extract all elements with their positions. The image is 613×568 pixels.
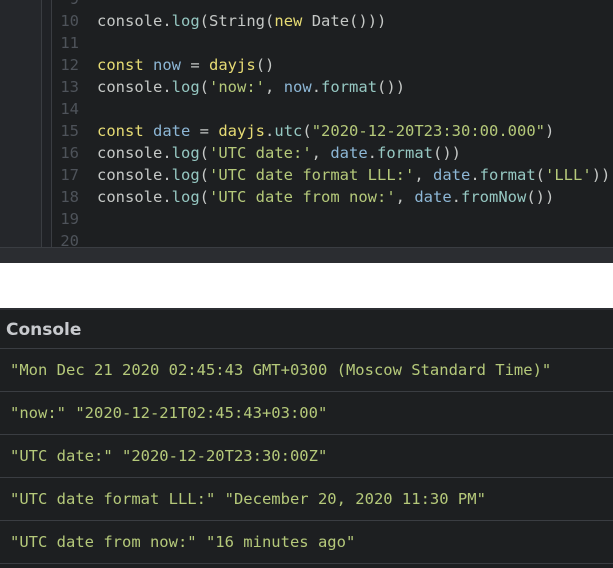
console-title: Console [0, 310, 613, 349]
code-token: date [433, 166, 471, 184]
code-token: fromNow [461, 188, 527, 206]
code-token: . [162, 188, 172, 206]
console-entry: "UTC date from now:" "16 minutes ago" [0, 521, 613, 564]
line-number: 19 [60, 210, 79, 228]
console-entry: "now:" "2020-12-21T02:45:43+03:00" [0, 392, 613, 435]
code-token: String [209, 12, 266, 30]
code-token: = [181, 56, 210, 74]
line-number: 11 [60, 34, 79, 52]
code-token: log [171, 188, 200, 206]
code-token: ( [199, 12, 210, 30]
code-token: console [97, 166, 163, 184]
code-token: ) [545, 122, 555, 140]
code-token: now [283, 78, 312, 96]
code-token: log [171, 78, 200, 96]
code-token: "2020-12-20T23:30:00.000" [311, 122, 545, 140]
code-token: new [274, 12, 303, 30]
code-token: now [153, 56, 182, 74]
code-token: . [162, 78, 172, 96]
console-entry: "UTC date format LLL:" "December 20, 202… [0, 478, 613, 521]
code-token: ( [199, 166, 210, 184]
code-text: const now = dayjs() [97, 54, 274, 76]
line-number: 13 [60, 78, 79, 96]
code-token: 'UTC date from now:' [209, 188, 396, 206]
code-token: const [97, 56, 144, 74]
code-text: console.log('UTC date format LLL:', date… [97, 164, 610, 186]
console-entries: "Mon Dec 21 2020 02:45:43 GMT+0300 (Mosc… [0, 349, 613, 564]
console-panel: Console "Mon Dec 21 2020 02:45:43 GMT+03… [0, 308, 613, 568]
code-token: dayjs [209, 56, 256, 74]
code-token: console [97, 78, 163, 96]
code-token: . [162, 144, 172, 162]
code-token: = [190, 122, 219, 140]
code-token: date [153, 122, 191, 140]
code-text: console.log('now:', now.format()) [97, 76, 405, 98]
code-token: 'UTC date:' [209, 144, 312, 162]
code-token: , [395, 188, 415, 206]
code-token: utc [274, 122, 303, 140]
code-token: . [311, 78, 322, 96]
code-token: log [171, 12, 200, 30]
code-text: const date = dayjs.utc("2020-12-20T23:30… [97, 120, 554, 142]
code-token: ())) [349, 12, 387, 30]
code-token: ( [265, 12, 275, 30]
code-token: log [171, 144, 200, 162]
code-text: console.log(String(new Date())) [97, 10, 386, 32]
code-token: ()) [433, 144, 462, 162]
code-token: date [414, 188, 452, 206]
code-token: format [377, 144, 434, 162]
console-entry: "Mon Dec 21 2020 02:45:43 GMT+0300 (Mosc… [0, 349, 613, 392]
code-token: ( [302, 122, 312, 140]
line-number: 17 [60, 166, 79, 184]
code-token: ( [199, 188, 210, 206]
code-token: . [451, 188, 461, 206]
code-token: ( [199, 78, 210, 96]
line-number: 15 [60, 122, 79, 140]
line-number: 16 [60, 144, 79, 162]
code-token: . [470, 166, 480, 184]
line-number: 10 [60, 12, 79, 30]
code-text: console.log('UTC date:', date.format()) [97, 142, 461, 164]
code-token: format [321, 78, 378, 96]
code-token: ( [199, 144, 210, 162]
code-token: Date [311, 12, 350, 30]
code-token: console [97, 144, 163, 162]
code-token: . [162, 166, 172, 184]
code-editor[interactable]: 910console.log(String(new Date()))1112co… [0, 0, 613, 263]
code-token: 'UTC date format LLL:' [209, 166, 415, 184]
code-token: const [97, 122, 144, 140]
code-token: , [311, 144, 331, 162]
console-entry: "UTC date:" "2020-12-20T23:30:00Z" [0, 435, 613, 478]
code-token: ( [535, 166, 546, 184]
code-token: . [162, 12, 172, 30]
code-token: date [330, 144, 368, 162]
line-number: 12 [60, 56, 79, 74]
code-token: )) [591, 166, 611, 184]
code-token: . [367, 144, 378, 162]
code-token: 'LLL' [545, 166, 592, 184]
code-text: console.log('UTC date from now:', date.f… [97, 186, 554, 208]
line-number: 18 [60, 188, 79, 206]
horizontal-scrollbar[interactable] [0, 247, 613, 263]
code-token: ()) [526, 188, 555, 206]
code-token: . [265, 122, 275, 140]
code-token: dayjs [218, 122, 266, 140]
code-token: console [97, 188, 163, 206]
code-token: , [265, 78, 284, 96]
code-token: ()) [377, 78, 406, 96]
code-token: console [97, 12, 163, 30]
line-number: 9 [0, 0, 79, 10]
code-token: , [414, 166, 433, 184]
code-token: 'now:' [209, 78, 266, 96]
code-token: log [171, 166, 200, 184]
line-number: 14 [60, 100, 79, 118]
code-token: () [255, 56, 275, 74]
code-token: format [479, 166, 536, 184]
